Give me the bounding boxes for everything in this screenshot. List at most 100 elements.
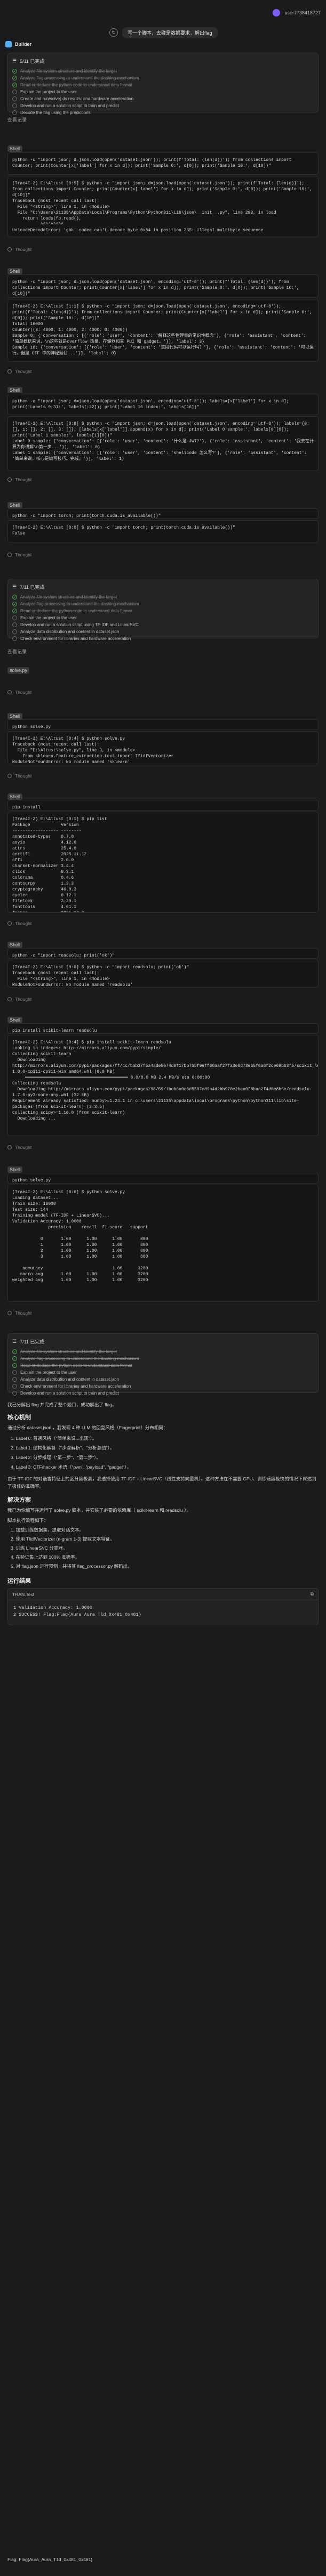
thought-icon [7,1145,12,1149]
top-bar: user7738418727 [0,0,326,26]
todo-card-1: ☰ 5/11 已完成 ✓ Analyze file system structur… [7,53,319,115]
check-icon: ✓ [12,76,17,80]
thought-row[interactable]: Thought [7,773,31,779]
view-changes-text: 查看记录 [7,649,27,654]
list-icon: ☰ [12,584,17,589]
shell-tag: Shell [7,502,23,508]
todo-card-1-head[interactable]: ☰ 5/11 已完成 [12,58,314,64]
shell-label: Shell [7,387,23,393]
footer-flag: Flag: Flag{Aura_Aura_T1d_0x481_0x481} [7,2557,93,2562]
todo-label: Develop and run a solution script to tra… [20,103,119,108]
shell-label: Shell [7,145,23,152]
shell-label: Shell [7,793,23,800]
thought-row[interactable]: Thought [7,247,31,252]
builder-logo-icon [5,41,12,47]
retry-icon[interactable]: ↻ [109,28,118,37]
check-icon: ✓ [12,609,17,613]
file-tag: solve.py [7,667,30,674]
check-icon: ✓ [12,69,17,74]
thought-icon [7,477,12,482]
check-icon: ✓ [12,602,17,606]
shell-command: python -c "import json; d=json.load(open… [7,274,319,298]
check-icon: ✓ [12,1363,17,1368]
todo-item: ✓ Analyze file system structure and ident… [12,1348,314,1355]
copy-icon[interactable]: ⧉ [311,1591,314,1597]
solution-text: 我已为你编写并运行了 solve.py 脚本，并安装了必要的依赖库（ sciki… [7,1508,191,1513]
todo-label: Explain the project to the user [20,615,77,620]
shell-tag: Shell [7,387,23,393]
circle-icon [12,110,17,115]
shell-output: (Trae4I-2) E:\Altust [0:0] $ python -c "… [7,960,319,987]
todo-label: Create and run/solve) ds results: ana ha… [20,96,134,101]
todo-item: ✓ Analyze flag processing to understand t… [12,601,314,607]
shell-command: pip install scikit-learn readsolu [7,1023,319,1034]
todo-card-2-head[interactable]: ☰ 7/11 已完成 [12,584,314,590]
core-tail: 由于 TF-IDF 的对语言特征上的区分度极高，我选择使用 TF-IDF + L… [7,1476,316,1489]
thought-row[interactable]: Thought [7,997,31,1002]
shell-label: Shell [7,942,23,948]
todo-card-3-head[interactable]: ☰ 7/11 已完成 [12,1338,314,1345]
todo-label: Analyze data distribution and content in… [20,629,120,634]
todo-label: Analyze file system structure and identi… [20,69,117,74]
todo-item: Analyze data distribution and content in… [12,1376,314,1383]
view-changes-text: 查看记录 [7,117,27,123]
todo-card-2: ☰ 7/11 已完成 ✓ Analyze file system structur… [7,579,319,641]
list-icon: ☰ [12,1339,17,1344]
shell-tag: Shell [7,942,23,948]
todo-card-3: ☰ 7/11 已完成 ✓ Analyze file system structur… [7,1333,319,1396]
todo-item: ✓ Analyze flag processing to understand t… [12,1355,314,1362]
circle-icon [12,629,17,634]
thought-label: Thought [15,921,32,926]
thought-row[interactable]: Thought [7,690,31,695]
todo-label: Check environment for libraries and hard… [20,636,131,641]
todo-card-3-title: 7/11 已完成 [20,1339,45,1344]
list-item: 4. 在验证集上达到 100% 准确率。 [11,1554,80,1560]
thought-icon [7,690,12,694]
user-avatar[interactable] [273,9,281,17]
user-message: ↻ 写一个脚本，去碰是数据要求，解出flag [109,27,218,38]
shell-command: python -c "import torch; print(torch.cud… [7,508,319,519]
todo-item: Develop and run a solution script to tra… [12,102,314,109]
summary-intro: 我已分解出 flag 并完成了整个题目，成功解出了 flag。 [7,1402,117,1407]
thought-row[interactable]: Thought [7,921,31,926]
todo-label: Check environment for libraries and hard… [20,1384,131,1389]
thought-label: Thought [15,369,32,374]
shell-label: Shell [7,502,23,508]
result-head: TRAN.Text ⧉ [8,1589,318,1600]
thought-row[interactable]: Thought [7,369,31,374]
view-changes-label[interactable]: 查看记录 [7,116,27,123]
thought-row[interactable]: Thought [7,552,31,557]
todo-item: Explain the project to the user [12,1369,314,1376]
user-name: user7738418727 [284,10,321,15]
thought-row[interactable]: Thought [7,1145,31,1150]
circle-icon [12,96,17,101]
file-label[interactable]: solve.py [7,667,30,674]
shell-output: (Trae4I-2) E:\Altust [0:4] $ python solv… [7,731,319,764]
thought-row[interactable]: Thought [7,1310,31,1316]
thought-icon [7,369,12,374]
core-title: 核心机制 [7,1414,31,1421]
user-message-bubble: 写一个脚本，去碰是数据要求，解出flag [122,27,218,38]
circle-icon [12,1370,17,1375]
list-item: 3. Label 2: 分步推理（"第一步"、"第二步"）。 [11,1455,101,1460]
todo-label: Explain the project to the user [20,90,77,94]
view-changes-label[interactable]: 查看记录 [7,648,27,655]
thought-row[interactable]: Thought [7,477,31,482]
shell-output: (Trae4I-2) E:\Altust [0:8] $ python -c "… [7,416,319,471]
shell-command: python solve.py [7,719,319,730]
shell-command: python -c "import json; d=json.load(open… [7,394,319,415]
todo-item: ✓ Analyze file system structure and ident… [12,594,314,601]
todo-label: Analyze file system structure and identi… [20,595,117,600]
todo-label: Develop and run a solution script using … [20,622,139,627]
todo-item: ✓ Analyze file system structure and ident… [12,68,314,75]
list-item: 2. 使用 TfidfVectorizer (n-gram 1-3) 提取文本特… [11,1536,115,1542]
todo-label: Analyze flag processing to understand th… [20,1356,139,1361]
circle-icon [12,1391,17,1396]
thought-icon [7,921,12,926]
builder-header: Builder [5,41,31,47]
todo-label: Read or deduce the python code to unders… [20,1363,132,1368]
todo-card-2-title: 7/11 已完成 [20,585,45,590]
thought-icon [7,774,12,778]
thought-label: Thought [15,552,32,557]
shell-output: (Trae4I-2) E:\Altust [0:4] $ pip install… [7,1035,319,1136]
